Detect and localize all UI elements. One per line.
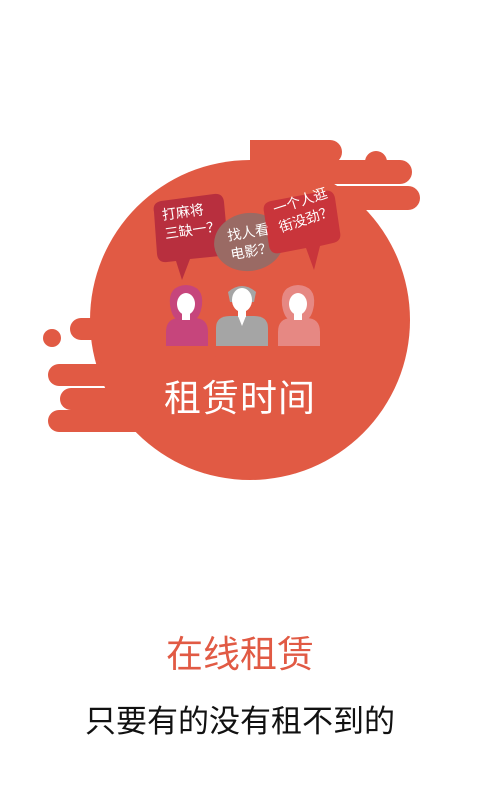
bubble-2-text: 找人看 电影？ <box>226 221 274 266</box>
streak-top-2 <box>270 160 412 184</box>
dot-top <box>365 151 387 173</box>
bubble-1-text: 打麻将 三缺一？ <box>161 199 222 244</box>
hero-illustration: 打麻将 三缺一？ 找人看 电影？ 一个人逛 街没劲？ 租赁时间 <box>0 0 480 520</box>
page-headline: 在线租赁 <box>166 633 314 676</box>
hero-title: 租赁时间 <box>164 377 316 420</box>
onboarding-screen: 打麻将 三缺一？ 找人看 电影？ 一个人逛 街没劲？ 租赁时间 在线租赁 只要有… <box>0 0 480 800</box>
page-subline: 只要有的没有租不到的 <box>85 704 395 740</box>
dot-left <box>43 329 61 347</box>
